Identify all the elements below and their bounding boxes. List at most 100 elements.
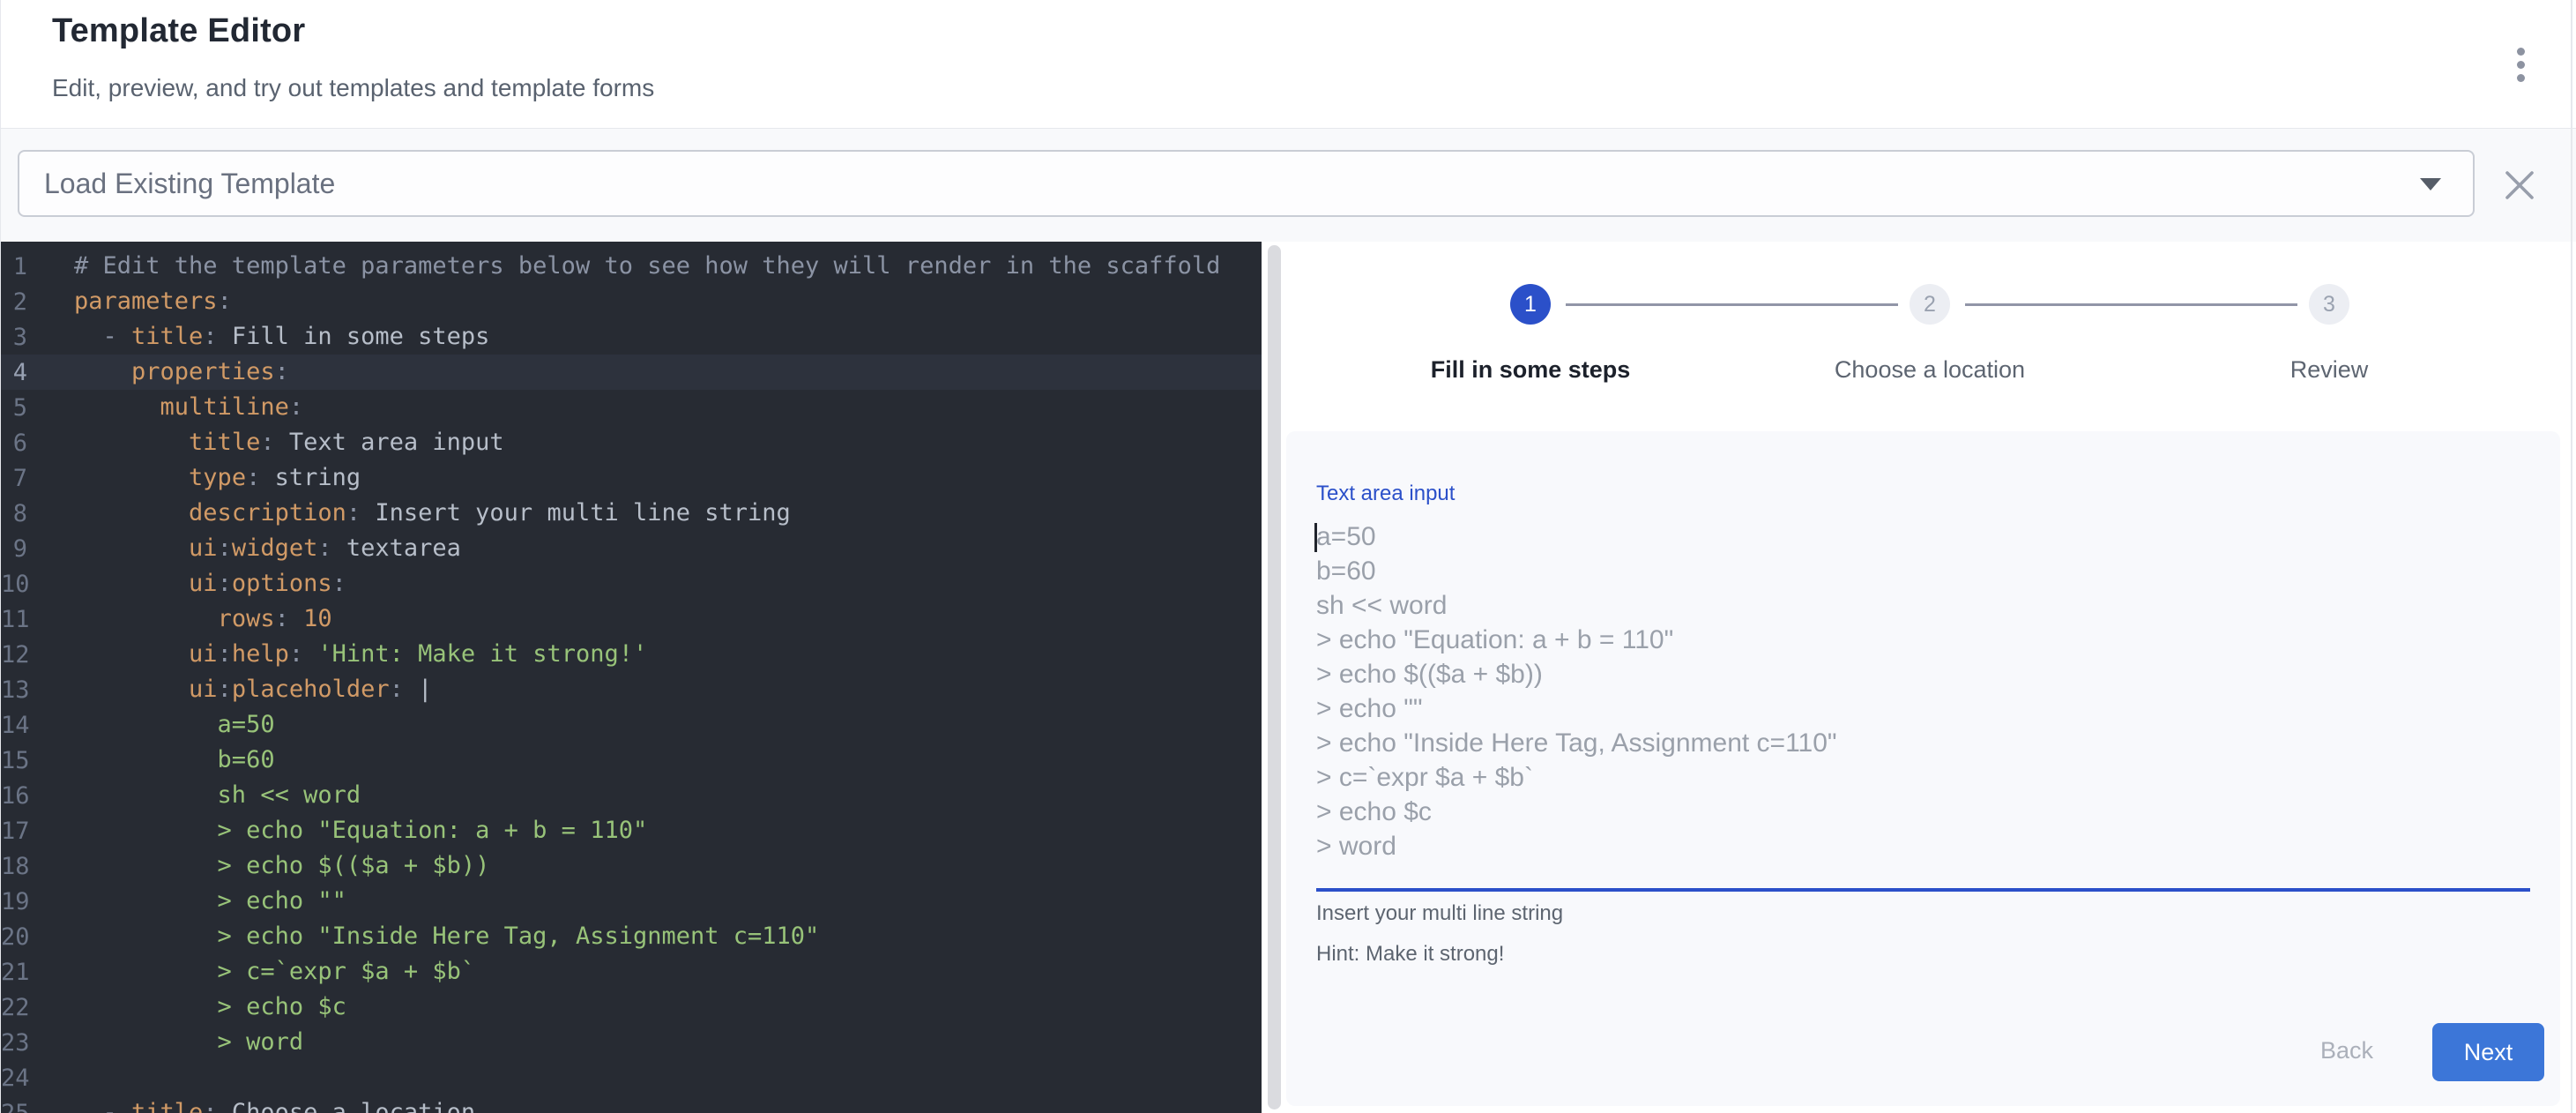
editor-line[interactable]: 23 > word — [1, 1025, 1262, 1060]
kebab-dot-icon — [2517, 61, 2525, 69]
textarea-placeholder-line: b=60 — [1316, 554, 2530, 588]
line-number: 15 — [1, 747, 27, 774]
editor-line[interactable]: 3 - title: Fill in some steps — [1, 319, 1262, 355]
textarea-input[interactable]: a=50b=60sh << word> echo "Equation: a + … — [1316, 519, 2530, 872]
code-line-text: > word — [74, 1025, 303, 1060]
textarea-placeholder-line: > echo "" — [1316, 691, 2530, 726]
load-template-select[interactable]: Load Existing Template — [18, 150, 2475, 217]
editor-line[interactable]: 9 ui:widget: textarea — [1, 531, 1262, 566]
line-number: 4 — [1, 359, 27, 386]
vertical-scrollbar[interactable] — [1268, 245, 1281, 1109]
editor-line[interactable]: 21 > c=`expr $a + $b` — [1, 954, 1262, 990]
editor-line[interactable]: 14 a=50 — [1, 707, 1262, 743]
back-button[interactable]: Back — [2291, 1022, 2402, 1079]
line-number: 3 — [1, 324, 27, 351]
editor-line[interactable]: 15 b=60 — [1, 743, 1262, 778]
editor-line[interactable]: 5 multiline: — [1, 390, 1262, 425]
code-line-text: ui:help: 'Hint: Make it strong!' — [74, 637, 647, 672]
kebab-dot-icon — [2517, 74, 2525, 82]
editor-line[interactable]: 2 parameters: — [1, 284, 1262, 319]
line-number: 7 — [1, 465, 27, 492]
step-indicator-3: 3 — [2309, 284, 2349, 325]
panel-right-border — [2571, 0, 2572, 1113]
code-line-text: sh << word — [74, 778, 361, 813]
editor-line[interactable]: 16 sh << word — [1, 778, 1262, 813]
code-line-text: > echo "Inside Here Tag, Assignment c=11… — [74, 919, 819, 954]
next-button[interactable]: Next — [2432, 1023, 2544, 1081]
editor-line[interactable]: 7 type: string — [1, 460, 1262, 496]
code-line-text: rows: 10 — [74, 601, 332, 637]
editor-line[interactable]: 11 rows: 10 — [1, 601, 1262, 637]
code-line-text: title: Text area input — [74, 425, 504, 460]
code-line-text: > c=`expr $a + $b` — [74, 954, 475, 990]
page-subtitle: Edit, preview, and try out templates and… — [52, 74, 654, 102]
more-options-button[interactable] — [2499, 37, 2542, 92]
chevron-down-icon — [2420, 178, 2441, 190]
line-number: 17 — [1, 818, 27, 845]
editor-line[interactable]: 6 title: Text area input — [1, 425, 1262, 460]
textarea-placeholder-line: a=50 — [1316, 519, 2530, 554]
step-connector — [1566, 303, 1898, 306]
form-preview-panel: 1Fill in some steps2Choose a location3Re… — [1286, 242, 2572, 1113]
step-label-2: Choose a location — [1835, 356, 2025, 384]
step-connector — [1965, 303, 2297, 306]
code-line-text: - title: Fill in some steps — [74, 319, 489, 355]
code-line-text: > echo "" — [74, 884, 346, 919]
line-number: 13 — [1, 676, 27, 704]
line-number: 16 — [1, 782, 27, 810]
line-number: 8 — [1, 500, 27, 527]
page-header: Template Editor Edit, preview, and try o… — [1, 0, 2576, 129]
field-description: Insert your multi line string — [1316, 901, 1563, 926]
line-number: 25 — [1, 1100, 27, 1113]
code-line-text: > echo "Equation: a + b = 110" — [74, 813, 647, 848]
editor-line[interactable]: 22 > echo $c — [1, 990, 1262, 1025]
editor-code-lines: 1# Edit the template parameters below to… — [1, 249, 1262, 1113]
line-number: 12 — [1, 641, 27, 669]
clear-selection-button[interactable] — [2499, 165, 2540, 205]
code-line-text: ui:placeholder: | — [74, 672, 432, 707]
textarea-placeholder-line: > echo "Equation: a + b = 110" — [1316, 623, 2530, 657]
field-label: Text area input — [1316, 482, 1455, 506]
code-line-text: parameters: — [74, 284, 232, 319]
editor-line[interactable]: 8 description: Insert your multi line st… — [1, 496, 1262, 531]
template-editor-page: Template Editor Edit, preview, and try o… — [0, 0, 2576, 1113]
textarea-placeholder-line: > echo $c — [1316, 795, 2530, 829]
line-number: 18 — [1, 853, 27, 880]
kebab-dot-icon — [2517, 48, 2525, 56]
editor-line[interactable]: 13 ui:placeholder: | — [1, 672, 1262, 707]
line-number: 2 — [1, 288, 27, 316]
editor-line[interactable]: 1# Edit the template parameters below to… — [1, 249, 1262, 284]
line-number: 24 — [1, 1064, 27, 1092]
editor-line[interactable]: 24 — [1, 1060, 1262, 1095]
code-line-text: - title: Choose a location — [74, 1095, 475, 1113]
line-number: 21 — [1, 959, 27, 986]
step-indicator-2: 2 — [1910, 284, 1950, 325]
textarea-placeholder-line: > echo $(($a + $b)) — [1316, 657, 2530, 691]
editor-line[interactable]: 17 > echo "Equation: a + b = 110" — [1, 813, 1262, 848]
textarea-focus-underline — [1316, 888, 2530, 892]
editor-line[interactable]: 25 - title: Choose a location — [1, 1095, 1262, 1113]
code-line-text: > echo $c — [74, 990, 346, 1025]
page-title: Template Editor — [52, 12, 305, 50]
line-number: 19 — [1, 888, 27, 915]
textarea-placeholder-line: sh << word — [1316, 588, 2530, 623]
template-select-bar: Load Existing Template — [1, 129, 2576, 242]
editor-line[interactable]: 10 ui:options: — [1, 566, 1262, 601]
editor-line[interactable]: 12 ui:help: 'Hint: Make it strong!' — [1, 637, 1262, 672]
line-number: 11 — [1, 606, 27, 633]
step-label-3: Review — [2290, 356, 2369, 384]
code-line-text: > echo $(($a + $b)) — [74, 848, 489, 884]
line-number: 10 — [1, 571, 27, 598]
editor-line[interactable]: 18 > echo $(($a + $b)) — [1, 848, 1262, 884]
yaml-code-editor[interactable]: 1# Edit the template parameters below to… — [1, 242, 1262, 1113]
step-indicator-1: 1 — [1510, 284, 1551, 325]
textarea-placeholder-line: > c=`expr $a + $b` — [1316, 760, 2530, 795]
line-number: 6 — [1, 430, 27, 457]
code-line-text: description: Insert your multi line stri… — [74, 496, 791, 531]
close-icon — [2499, 165, 2540, 205]
editor-line[interactable]: 20 > echo "Inside Here Tag, Assignment c… — [1, 919, 1262, 954]
form-step-card: Text area input a=50b=60sh << word> echo… — [1286, 431, 2560, 1106]
editor-line[interactable]: 19 > echo "" — [1, 884, 1262, 919]
editor-line[interactable]: 4 properties: — [1, 355, 1262, 390]
code-line-text: b=60 — [74, 743, 275, 778]
